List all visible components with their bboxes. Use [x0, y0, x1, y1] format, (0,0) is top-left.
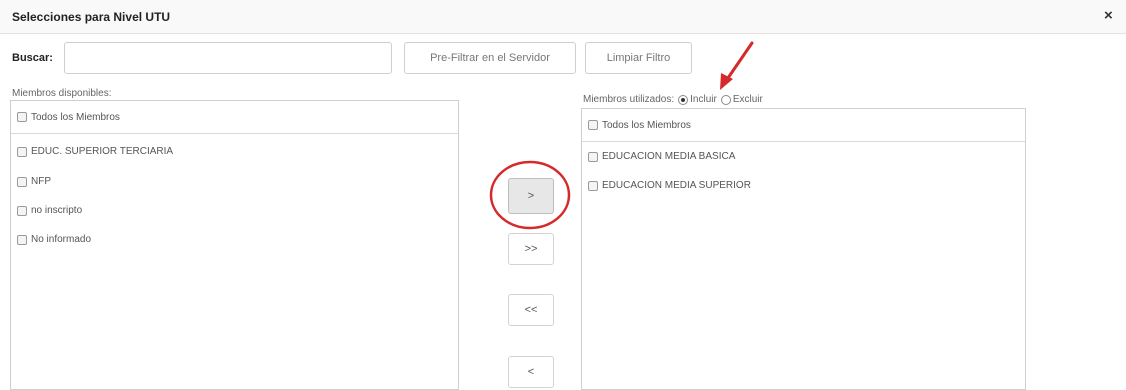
remove-selected-button[interactable]: < — [508, 356, 554, 388]
used-all-members-label: Todos los Miembros — [602, 119, 691, 131]
exclude-radio[interactable] — [720, 94, 731, 105]
list-item-label: EDUCACION MEDIA BASICA — [602, 151, 736, 162]
include-radio[interactable] — [678, 94, 689, 105]
list-item[interactable]: EDUCACION MEDIA BASICA — [588, 151, 735, 162]
search-label: Buscar: — [12, 52, 53, 64]
list-item[interactable]: NFP — [17, 176, 51, 187]
used-members-header: Miembros utilizados: Incluir Excluir — [583, 94, 763, 105]
checkbox-icon[interactable] — [17, 176, 27, 187]
used-members-label: Miembros utilizados: — [583, 94, 675, 105]
exclude-label[interactable]: Excluir — [733, 94, 763, 105]
available-all-members-row[interactable]: Todos los Miembros — [11, 101, 458, 134]
list-item-label: EDUCACION MEDIA SUPERIOR — [602, 180, 751, 191]
used-all-members-row[interactable]: Todos los Miembros — [582, 109, 1025, 142]
available-members-list: Todos los Miembros EDUC. SUPERIOR TERCIA… — [10, 100, 459, 390]
list-item-label: No informado — [31, 234, 92, 245]
checkbox-icon[interactable] — [17, 205, 27, 216]
checkbox-icon[interactable] — [17, 234, 27, 245]
list-item-label: no inscripto — [31, 205, 83, 216]
checkbox-icon[interactable] — [588, 180, 598, 191]
close-icon[interactable]: × — [1104, 8, 1113, 24]
used-members-list: Todos los Miembros EDUCACION MEDIA BASIC… — [581, 108, 1026, 390]
dialog-titlebar: Selecciones para Nivel UTU × — [0, 0, 1126, 34]
annotation-arrow-shaft — [726, 41, 754, 80]
list-item-label: NFP — [31, 176, 51, 187]
include-label[interactable]: Incluir — [690, 94, 717, 105]
list-item[interactable]: EDUCACION MEDIA SUPERIOR — [588, 180, 751, 191]
list-item[interactable]: no inscripto — [17, 205, 82, 216]
annotation-arrow-head — [720, 73, 733, 90]
checkbox-icon[interactable] — [17, 112, 27, 122]
list-item[interactable]: EDUC. SUPERIOR TERCIARIA — [17, 146, 173, 157]
search-input[interactable] — [64, 42, 392, 74]
dialog-title: Selecciones para Nivel UTU — [12, 10, 171, 24]
checkbox-icon[interactable] — [17, 146, 27, 157]
available-members-label: Miembros disponibles: — [12, 88, 112, 99]
available-all-members-label: Todos los Miembros — [31, 111, 120, 123]
prefilter-server-button[interactable]: Pre-Filtrar en el Servidor — [404, 42, 576, 74]
checkbox-icon[interactable] — [588, 151, 598, 162]
add-selected-button[interactable]: > — [508, 178, 554, 214]
list-item[interactable]: No informado — [17, 234, 91, 245]
list-item-label: EDUC. SUPERIOR TERCIARIA — [31, 146, 174, 157]
add-all-button[interactable]: >> — [508, 233, 554, 265]
remove-all-button[interactable]: << — [508, 294, 554, 326]
checkbox-icon[interactable] — [588, 120, 598, 130]
clear-filter-button[interactable]: Limpiar Filtro — [585, 42, 692, 74]
